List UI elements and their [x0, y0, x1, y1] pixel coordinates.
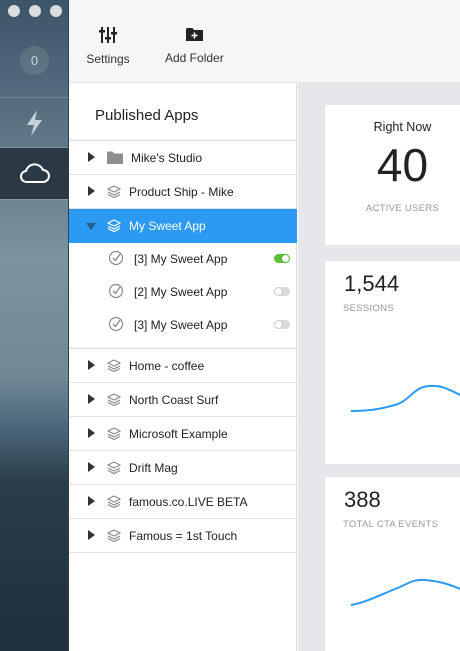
app-row-label: Drift Mag: [129, 461, 178, 475]
expand-arrow-icon[interactable]: [88, 496, 95, 506]
expand-arrow-icon[interactable]: [88, 152, 95, 162]
app-row-label: Famous = 1st Touch: [129, 529, 238, 543]
settings-label: Settings: [86, 52, 130, 66]
settings-button[interactable]: Settings: [86, 27, 130, 66]
app-row-label: North Coast Surf: [129, 393, 219, 407]
sessions-caption: SESSIONS: [343, 303, 394, 314]
expand-arrow-icon[interactable]: [88, 462, 95, 472]
expand-arrow-icon[interactable]: [88, 428, 95, 438]
sessions-value: 1,544: [344, 271, 400, 296]
stack-icon: [107, 427, 121, 440]
cta-events-value: 388: [344, 487, 381, 512]
stack-icon: [107, 461, 121, 474]
panel-title: Published Apps: [95, 107, 199, 124]
version-badge-icon: [108, 250, 124, 266]
app-row-mikes-studio[interactable]: Mike's Studio: [69, 141, 297, 175]
sliders-icon: [99, 27, 117, 43]
stack-icon: [107, 185, 121, 198]
app-row-famous-live-beta[interactable]: famous.co.LIVE BETA: [69, 485, 297, 519]
bolt-icon[interactable]: [22, 108, 47, 138]
app-row-my-sweet-app[interactable]: My Sweet App: [69, 209, 297, 243]
close-window-button[interactable]: [8, 5, 20, 17]
stack-icon: [107, 219, 121, 232]
app-row-microsoft-example[interactable]: Microsoft Example: [69, 417, 297, 451]
right-now-card: Right Now 40 ACTIVE USERS: [325, 105, 460, 245]
app-row-product-ship[interactable]: Product Ship - Mike: [69, 175, 297, 209]
minimize-window-button[interactable]: [29, 5, 41, 17]
publish-toggle[interactable]: [274, 287, 290, 296]
app-row-label: My Sweet App: [129, 219, 206, 233]
collapse-arrow-icon[interactable]: [86, 223, 96, 230]
published-apps-panel: Published Apps Mike's Studio Product Shi…: [69, 83, 297, 651]
stack-icon: [107, 529, 121, 542]
app-row-label: famous.co.LIVE BETA: [129, 495, 248, 509]
sessions-card: 1,544 SESSIONS: [325, 261, 460, 464]
analytics-panel: Right Now 40 ACTIVE USERS 1,544 SESSIONS…: [298, 83, 460, 651]
zoom-window-button[interactable]: [50, 5, 62, 17]
expand-arrow-icon[interactable]: [88, 394, 95, 404]
cloud-icon: [20, 163, 50, 183]
publish-toggle[interactable]: [274, 254, 290, 263]
version-badge-icon: [108, 283, 124, 299]
add-folder-icon: [185, 28, 203, 41]
expand-arrow-icon[interactable]: [88, 530, 95, 540]
version-row[interactable]: [3] My Sweet App: [69, 242, 297, 275]
cta-events-caption: TOTAL CTA EVENTS: [343, 519, 439, 530]
stack-icon: [107, 393, 121, 406]
stack-icon: [107, 495, 121, 508]
rail-divider: [0, 199, 69, 200]
app-row-label: Microsoft Example: [129, 427, 228, 441]
cta-events-sparkline: [350, 578, 460, 606]
version-label: [2] My Sweet App: [134, 285, 228, 299]
rail-item-cloud[interactable]: [0, 148, 69, 199]
version-row[interactable]: [3] My Sweet App: [69, 308, 297, 341]
add-folder-button[interactable]: Add Folder: [165, 27, 224, 65]
version-label: [3] My Sweet App: [134, 318, 228, 332]
app-row-label: Home - coffee: [129, 359, 205, 373]
notification-count[interactable]: 0: [20, 46, 49, 75]
version-label: [3] My Sweet App: [134, 252, 228, 266]
app-row-famous-1st-touch[interactable]: Famous = 1st Touch: [69, 519, 297, 553]
publish-toggle[interactable]: [274, 320, 290, 329]
app-row-label: Product Ship - Mike: [129, 185, 234, 199]
folder-icon: [107, 151, 123, 164]
active-users-caption: ACTIVE USERS: [365, 203, 440, 214]
cta-events-card: 388 TOTAL CTA EVENTS: [325, 477, 460, 651]
version-row[interactable]: [2] My Sweet App: [69, 275, 297, 308]
sidebar-rail: 0: [0, 0, 69, 651]
active-users-value: 40: [376, 139, 429, 191]
expand-arrow-icon[interactable]: [88, 186, 95, 196]
version-badge-icon: [108, 316, 124, 332]
add-folder-label: Add Folder: [165, 51, 224, 65]
sessions-sparkline: [350, 384, 460, 412]
card-heading: Right Now: [373, 120, 432, 134]
app-row-label: Mike's Studio: [131, 151, 202, 165]
app-row-drift-mag[interactable]: Drift Mag: [69, 451, 297, 485]
toolbar: Settings Add Folder: [69, 0, 460, 83]
expand-arrow-icon[interactable]: [88, 360, 95, 370]
stack-icon: [107, 359, 121, 372]
rail-divider: [0, 97, 69, 98]
app-row-home-coffee[interactable]: Home - coffee: [69, 349, 297, 383]
app-row-north-coast-surf[interactable]: North Coast Surf: [69, 383, 297, 417]
